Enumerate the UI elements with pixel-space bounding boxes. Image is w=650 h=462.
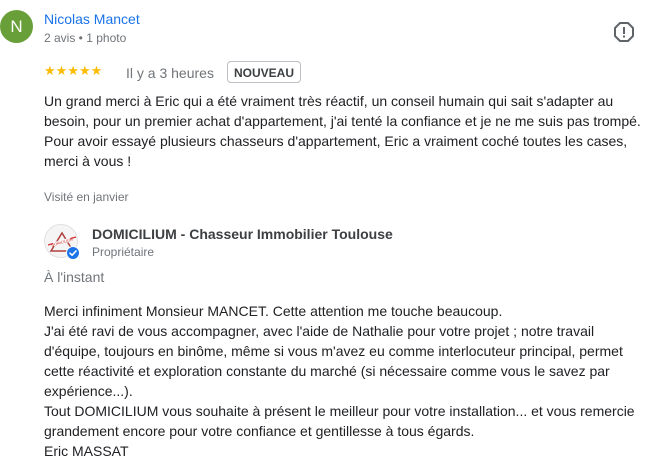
- report-flag-icon[interactable]: [613, 21, 635, 43]
- new-badge: NOUVEAU: [227, 61, 302, 83]
- reviewer-avatar[interactable]: N: [0, 10, 33, 43]
- owner-name: DOMICILIUM - Chasseur Immobilier Toulous…: [92, 226, 393, 242]
- reply-signature: Eric MASSAT: [44, 443, 129, 459]
- owner-reply-text: Merci infiniment Monsieur MANCET. Cette …: [44, 301, 646, 461]
- review-text: Un grand merci à Eric qui a été vraiment…: [44, 93, 641, 169]
- reply-line: J'ai été ravi de vous accompagner, avec …: [44, 323, 623, 399]
- owner-role: Propriétaire: [92, 245, 155, 259]
- reply-line: Tout DOMICILIUM vous souhaite à présent …: [44, 403, 635, 439]
- star-rating: ★★★★★: [44, 63, 103, 78]
- reviewer-meta: 2 avis • 1 photo: [44, 31, 127, 45]
- reviewer-name-link[interactable]: Nicolas Mancet: [44, 11, 140, 27]
- verified-check-icon: [66, 246, 80, 260]
- review-time: Il y a 3 heures: [126, 65, 214, 81]
- reply-time: À l'instant: [44, 269, 105, 285]
- visit-date: Visité en janvier: [44, 190, 129, 204]
- reply-line: Merci infiniment Monsieur MANCET. Cette …: [44, 303, 503, 319]
